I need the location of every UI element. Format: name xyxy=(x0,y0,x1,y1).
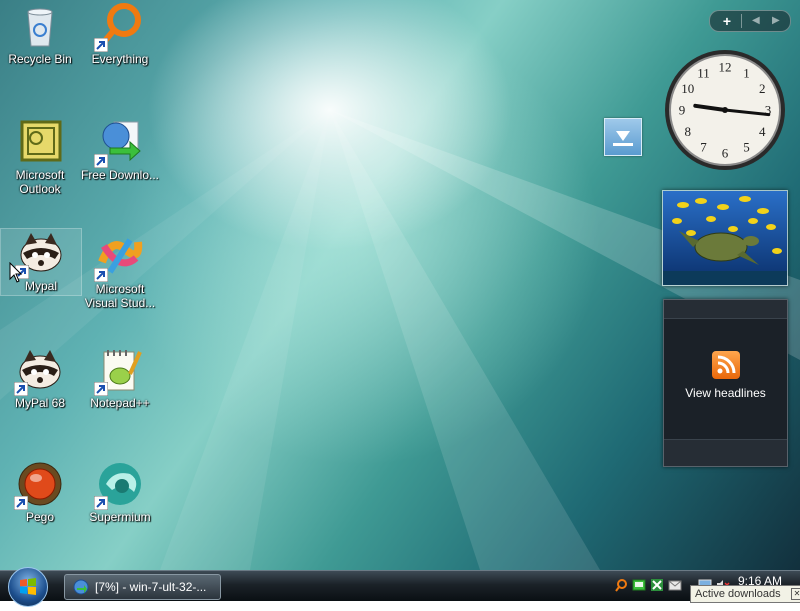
desktop-icon-label: Microsoft Visual Stud... xyxy=(84,282,156,310)
desktop-icon-visual-studio[interactable]: Microsoft Visual Stud... xyxy=(80,232,160,332)
shortcut-arrow-icon xyxy=(94,154,108,168)
shortcut-arrow-icon xyxy=(14,382,28,396)
everything-search-icon xyxy=(94,2,144,52)
desktop-icon-label: Pego xyxy=(25,510,55,524)
clock-numeral: 10 xyxy=(681,81,694,96)
feed-header xyxy=(664,300,787,319)
clock-numeral: 1 xyxy=(743,65,750,80)
mypal-icon xyxy=(15,229,65,279)
desktop-icon-recycle-bin[interactable]: Recycle Bin xyxy=(0,2,80,102)
tooltip-text: Active downloads xyxy=(695,588,781,600)
desktop-icon-label: Free Downlo... xyxy=(80,168,160,182)
windows-logo-icon xyxy=(20,578,36,595)
slideshow-gadget[interactable] xyxy=(662,190,788,286)
clock-numeral: 7 xyxy=(700,140,707,155)
shortcut-arrow-icon xyxy=(14,496,28,510)
clock-numeral: 11 xyxy=(697,65,710,80)
gadget-bar: + ◀ ▶ xyxy=(709,10,791,32)
mypal68-icon xyxy=(14,346,64,396)
clock-numeral: 6 xyxy=(722,146,729,161)
everything-tray-icon[interactable] xyxy=(614,578,628,592)
free-download-manager-icon xyxy=(94,118,144,168)
supermium-icon xyxy=(94,460,144,510)
outlook-icon xyxy=(16,118,64,166)
clock-numeral: 4 xyxy=(759,124,766,139)
start-button[interactable] xyxy=(8,567,48,607)
notepad-plus-plus-icon xyxy=(94,346,144,396)
add-gadget-button[interactable]: + xyxy=(718,11,736,31)
desktop-icon-label: Everything xyxy=(91,52,149,66)
download-manager-icon xyxy=(73,579,89,595)
desktop-icon-label: Microsoft Outlook xyxy=(15,168,65,196)
desktop-icon-label: Notepad++ xyxy=(90,396,150,410)
clock-numeral: 2 xyxy=(759,81,766,96)
shortcut-arrow-icon xyxy=(94,496,108,510)
network-tray-icon[interactable] xyxy=(632,578,646,592)
excel-tray-icon[interactable] xyxy=(650,578,664,592)
view-headlines-link[interactable]: View headlines xyxy=(664,386,787,400)
clock-numeral: 8 xyxy=(685,124,692,139)
desktop-icon-supermium[interactable]: Supermium xyxy=(80,460,160,560)
shortcut-arrow-icon xyxy=(94,38,108,52)
pego-icon xyxy=(14,460,64,510)
desktop-icon-mypal68[interactable]: MyPal 68 xyxy=(0,346,80,446)
visual-studio-icon xyxy=(94,232,144,282)
clock-numeral: 9 xyxy=(679,103,686,118)
clock-numeral: 5 xyxy=(743,140,750,155)
desktop-icon-outlook[interactable]: Microsoft Outlook xyxy=(0,118,80,218)
recycle-bin-icon xyxy=(16,2,64,50)
mail-tray-icon[interactable] xyxy=(668,578,682,592)
desktop-icon-label: MyPal 68 xyxy=(14,396,66,410)
mouse-cursor-icon xyxy=(9,262,23,283)
taskbar-window-label: [7%] - win-7-ult-32-... xyxy=(95,580,207,594)
taskbar: [7%] - win-7-ult-32-... 9:16 AM Active d… xyxy=(0,567,800,607)
feed-footer xyxy=(664,439,787,466)
shortcut-arrow-icon xyxy=(94,268,108,282)
desktop-icon-everything[interactable]: Everything xyxy=(80,2,160,102)
desktop-icon-notepad-plus-plus[interactable]: Notepad++ xyxy=(80,346,160,446)
rss-icon xyxy=(712,351,740,379)
active-downloads-tooltip: Active downloads ✕ xyxy=(690,585,800,603)
clock-numeral: 12 xyxy=(719,60,732,75)
tooltip-close-icon[interactable]: ✕ xyxy=(791,588,800,600)
feed-headlines-gadget[interactable]: View headlines xyxy=(663,299,788,467)
clock-gadget[interactable]: 1 2 3 4 5 6 7 8 9 10 11 12 xyxy=(663,48,787,172)
download-drop-box[interactable] xyxy=(604,118,642,156)
desktop-icon-label: Supermium xyxy=(89,510,151,524)
desktop: Recycle Bin Everything Microsoft Outlook… xyxy=(0,0,800,570)
analog-clock: 1234567891011 12 xyxy=(665,50,785,170)
sea-turtle-photo xyxy=(663,191,787,285)
taskbar-window-button[interactable]: [7%] - win-7-ult-32-... xyxy=(64,574,221,600)
download-arrow-icon xyxy=(613,131,633,146)
shortcut-arrow-icon xyxy=(94,382,108,396)
gadget-prev-button[interactable]: ◀ xyxy=(752,11,760,31)
gadget-bar-separator xyxy=(741,14,742,28)
gadget-next-button[interactable]: ▶ xyxy=(772,11,780,31)
desktop-icon-pego[interactable]: Pego xyxy=(0,460,80,560)
desktop-icon-label: Recycle Bin xyxy=(8,52,72,66)
desktop-icon-free-download-manager[interactable]: Free Downlo... xyxy=(80,118,160,218)
